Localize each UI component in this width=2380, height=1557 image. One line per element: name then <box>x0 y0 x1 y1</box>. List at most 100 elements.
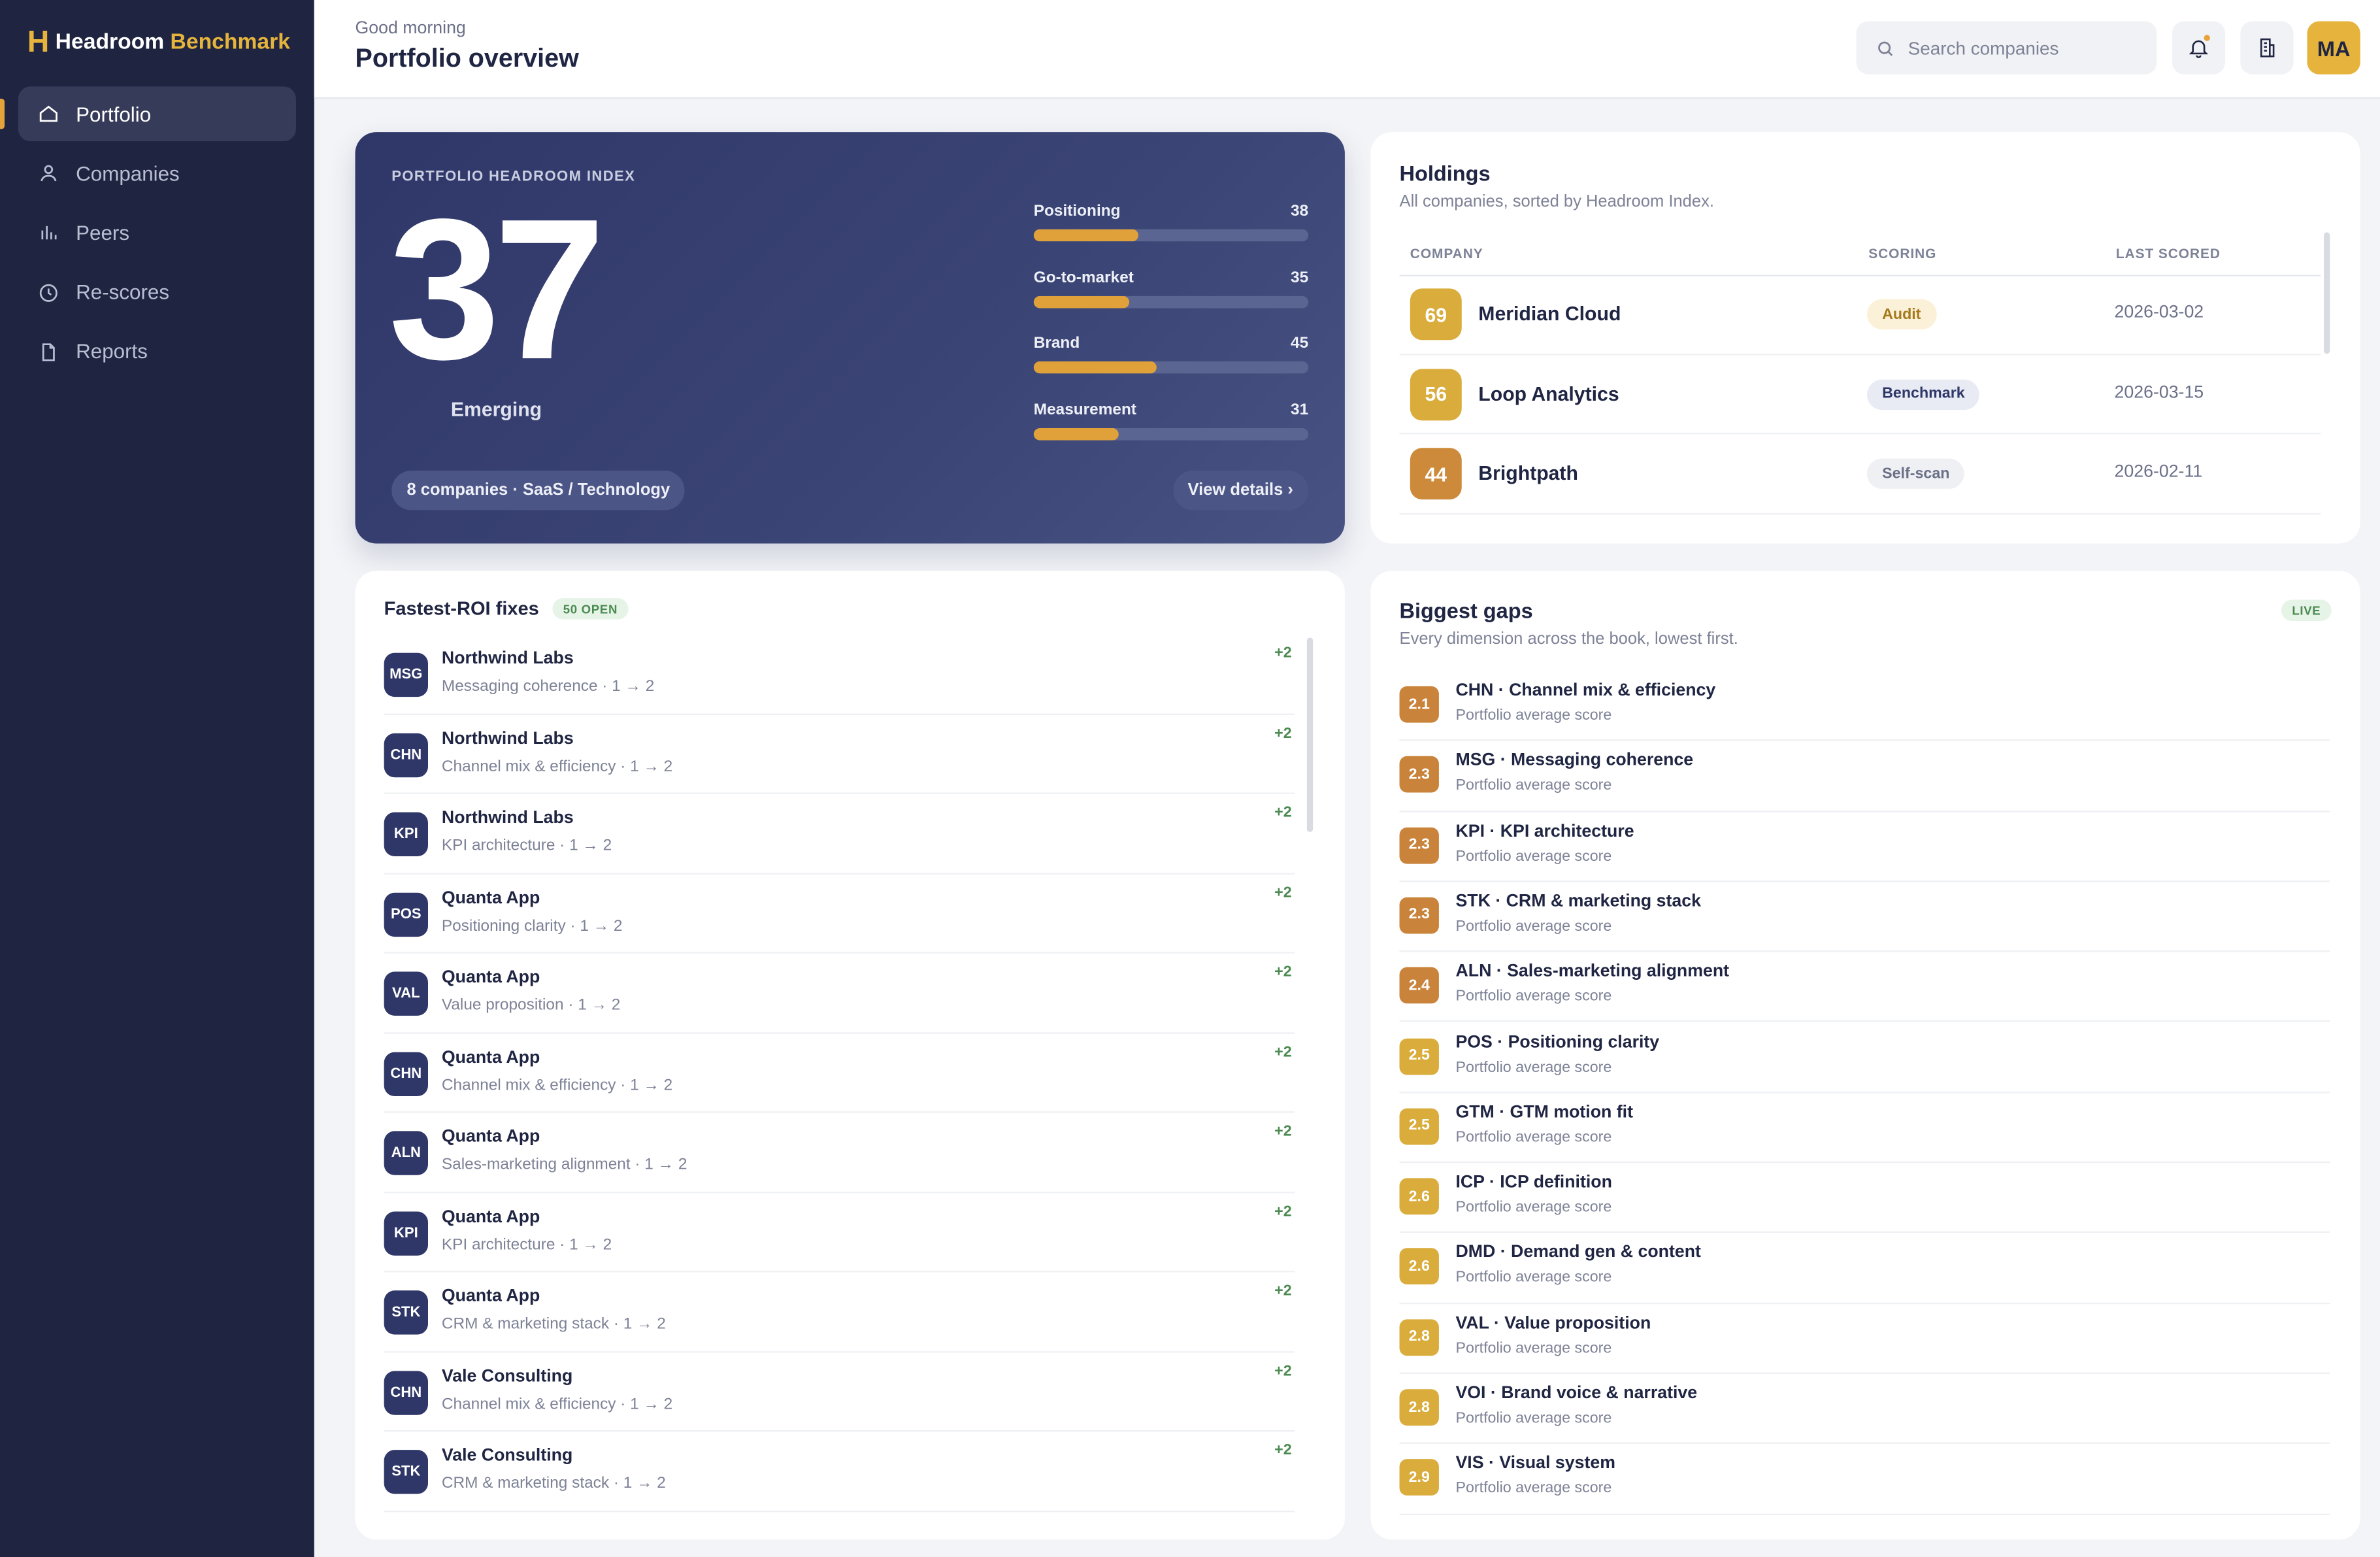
dimension-progress-fill <box>1033 427 1119 440</box>
sidebar-item-portfolio[interactable]: Portfolio <box>0 86 296 142</box>
list-item[interactable]: ALN Quanta App Sales-marketing alignment ·… <box>384 1113 1295 1193</box>
search-placeholder: Search companies <box>1908 37 2059 59</box>
fix-description: Positioning clarity · 1 → 2 <box>441 916 623 935</box>
dimension-code-badge: STK <box>384 1290 429 1335</box>
list-item[interactable]: CHN Vale Consulting Channel mix & efficien… <box>384 1352 1295 1432</box>
table-row[interactable]: 56 Loop Analytics Benchmark 2026-03-15 <box>1399 354 2321 435</box>
sidebar-nav: Portfolio Companies Peers Re-scores Reports <box>0 86 296 384</box>
sidebar-item-label: Companies <box>76 161 180 185</box>
sidebar-item-label: Re-scores <box>76 280 170 304</box>
list-item[interactable]: 2.6 DMD · Demand gen & content Portfolio a… <box>1399 1233 2330 1304</box>
list-item[interactable]: POS Quanta App Positioning clarity · 1 → 2… <box>384 874 1295 954</box>
index-score: 37 <box>388 177 606 401</box>
gap-score-badge: 2.8 <box>1399 1389 1439 1426</box>
notifications-button[interactable] <box>2172 21 2226 75</box>
fix-score-delta: +2 <box>1274 1123 1292 1141</box>
company-name: Loop Analytics <box>1478 382 1619 405</box>
fix-score-delta: +2 <box>1274 1282 1292 1300</box>
list-item[interactable]: VAL Quanta App Value proposition · 1 → 2 +2 <box>384 954 1295 1033</box>
fix-description: KPI architecture · 1 → 2 <box>441 836 612 855</box>
dimension-progress-bar <box>1033 229 1309 242</box>
list-item[interactable]: 2.3 MSG · Messaging coherence Portfolio av… <box>1399 741 2330 812</box>
gap-dimension-name: MSG · Messaging coherence <box>1455 752 1694 771</box>
dimension-code-badge: KPI <box>384 1211 429 1255</box>
fix-description: CRM & marketing stack · 1 → 2 <box>441 1474 666 1493</box>
list-item[interactable]: STK Vale Consulting CRM & marketing stack … <box>384 1431 1295 1512</box>
bar-chart-icon <box>38 222 59 244</box>
view-details-button[interactable]: View details › <box>1172 471 1309 511</box>
fastest-roi-fixes-card: Fastest-ROI fixes 50 OPEN MSG Northwind L… <box>355 571 1345 1540</box>
list-item[interactable]: STK Quanta App CRM & marketing stack · 1 →… <box>384 1272 1295 1352</box>
column-header-company[interactable]: COMPANY <box>1410 246 1483 261</box>
biggest-gaps-card: Biggest gaps LIVE Every dimension across… <box>1370 571 2360 1540</box>
list-item[interactable]: 2.9 VIS · Visual system Portfolio average … <box>1399 1445 2330 1515</box>
dimension-bars: Positioning 38 Go-to-market 35 Brand 45 Measur… <box>1033 201 1309 466</box>
list-item[interactable]: 2.1 CHN · Channel mix & efficiency Portfol… <box>1399 671 2330 742</box>
list-item[interactable]: 2.6 ICP · ICP definition Portfolio average… <box>1399 1163 2330 1233</box>
gap-description: Portfolio average score <box>1455 988 1612 1006</box>
list-item[interactable]: KPI Northwind Labs KPI architecture · 1 → … <box>384 794 1295 874</box>
list-item[interactable]: 2.4 ALN · Sales-marketing alignment Portfo… <box>1399 952 2330 1023</box>
app-root: H Headroom Benchmark Portfolio Companies P… <box>0 0 2380 1557</box>
dimension-value: 38 <box>1291 201 1309 220</box>
fix-company-name: Quanta App <box>441 888 540 907</box>
fix-company-name: Quanta App <box>441 1287 540 1306</box>
brand-logo[interactable]: H Headroom Benchmark <box>27 27 290 58</box>
gap-score-badge: 2.3 <box>1399 756 1439 794</box>
gap-dimension-name: KPI · KPI architecture <box>1455 822 1634 841</box>
gaps-subtitle: Every dimension across the book, lowest … <box>1399 629 1738 648</box>
brand-name-part2: Benchmark <box>170 30 290 55</box>
fix-description: Channel mix & efficiency · 1 → 2 <box>441 756 673 775</box>
fix-company-name: Northwind Labs <box>441 650 574 668</box>
holdings-subtitle: All companies, sorted by Headroom Index. <box>1399 192 1714 211</box>
fixes-scrollbar[interactable] <box>1306 637 1314 832</box>
list-item[interactable]: 2.5 GTM · GTM motion fit Portfolio average… <box>1399 1093 2330 1164</box>
list-item[interactable]: KPI Quanta App KPI architecture · 1 → 2 +2 <box>384 1192 1295 1273</box>
dimension-progress-fill <box>1033 229 1138 242</box>
list-item[interactable]: 2.3 STK · CRM & marketing stack Portfolio … <box>1399 882 2330 952</box>
sidebar-item-label: Reports <box>76 340 148 363</box>
column-header-scoring[interactable]: SCORING <box>1868 246 1936 261</box>
sidebar-item-re-scores[interactable]: Re-scores <box>18 265 296 320</box>
sidebar-item-reports[interactable]: Reports <box>18 324 296 379</box>
gap-score-badge: 2.1 <box>1399 686 1439 723</box>
fix-company-name: Quanta App <box>441 1048 540 1067</box>
sidebar-item-peers[interactable]: Peers <box>18 205 296 260</box>
gap-score-badge: 2.6 <box>1399 1178 1439 1215</box>
open-count-badge: 50 OPEN <box>552 598 629 620</box>
fix-description: Sales-marketing alignment · 1 → 2 <box>441 1155 687 1174</box>
holdings-scrollbar[interactable] <box>2324 232 2330 354</box>
dimension-progress-bar <box>1033 295 1309 308</box>
company-score-badge: 69 <box>1410 288 1462 341</box>
fix-score-delta: +2 <box>1274 1203 1292 1220</box>
fix-score-delta: +2 <box>1274 645 1292 662</box>
dimension-progress-fill <box>1033 361 1157 374</box>
list-item[interactable]: CHN Quanta App Channel mix & efficiency · … <box>384 1033 1295 1113</box>
gap-dimension-name: VOI · Brand voice & narrative <box>1455 1384 1698 1403</box>
list-item[interactable]: 2.5 POS · Positioning clarity Portfolio av… <box>1399 1022 2330 1093</box>
fixes-title: Fastest-ROI fixes <box>384 598 539 620</box>
gap-dimension-name: ICP · ICP definition <box>1455 1173 1612 1192</box>
company-name: Brightpath <box>1478 461 1578 484</box>
fix-score-delta: +2 <box>1274 805 1292 822</box>
sidebar-item-companies[interactable]: Companies <box>18 146 296 201</box>
list-item[interactable]: 2.8 VAL · Value proposition Portfolio aver… <box>1399 1303 2330 1375</box>
table-row[interactable]: 69 Meridian Cloud Audit 2026-03-02 <box>1399 275 2321 355</box>
list-item[interactable]: CHN Northwind Labs Channel mix & efficienc… <box>384 714 1295 794</box>
list-item[interactable]: 2.3 KPI · KPI architecture Portfolio avera… <box>1399 812 2330 882</box>
company-score-badge: 56 <box>1410 368 1462 420</box>
fix-score-delta: +2 <box>1274 725 1292 742</box>
list-item[interactable]: MSG Northwind Labs Messaging coherence · 1… <box>384 635 1295 714</box>
list-item[interactable]: 2.8 VOI · Brand voice & narrative Portfoli… <box>1399 1374 2330 1445</box>
table-row[interactable]: 44 Brightpath Self-scan 2026-02-11 <box>1399 434 2321 514</box>
gap-description: Portfolio average score <box>1455 1481 1612 1498</box>
search-input[interactable]: Search companies <box>1856 21 2157 75</box>
dimension-code-badge: VAL <box>384 971 429 1016</box>
user-avatar[interactable]: MA <box>2307 21 2360 75</box>
column-header-last-scored[interactable]: LAST SCORED <box>2116 246 2221 261</box>
fix-description: Value proposition · 1 → 2 <box>441 996 621 1014</box>
live-badge: LIVE <box>2281 599 2332 621</box>
gap-dimension-name: CHN · Channel mix & efficiency <box>1455 681 1716 700</box>
fix-company-name: Quanta App <box>441 1128 540 1147</box>
organization-button[interactable] <box>2240 21 2294 75</box>
